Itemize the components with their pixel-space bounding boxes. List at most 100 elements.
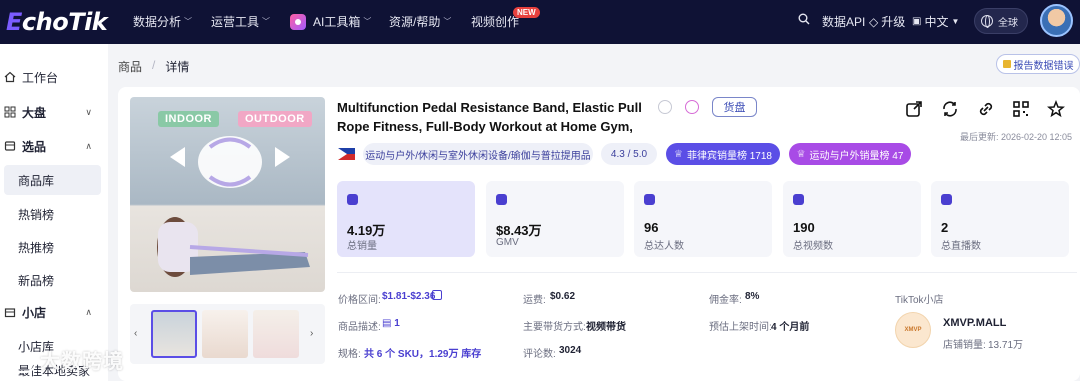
globe-icon (981, 15, 993, 28)
sidebar-item-product-library[interactable]: 商品库 (4, 165, 101, 195)
stat-gmv[interactable]: $8.43万 GMV (486, 181, 624, 257)
region-selector[interactable]: 全球 (974, 8, 1028, 34)
thumbnail-1[interactable] (151, 310, 197, 358)
description-value[interactable]: ▤ 1 (382, 318, 400, 329)
compare-icon[interactable] (685, 100, 699, 114)
diamond-icon: ◇ (869, 14, 879, 29)
ph-sales-rank-tag[interactable]: ♕ 菲律宾销量榜 1718 (666, 143, 780, 165)
listed-time-value: 4 个月前 (771, 322, 810, 333)
last-updated: 最后更新: 2026-02-20 12:05 (960, 132, 1073, 142)
commission-label: 佣金率: (709, 295, 742, 306)
store-icon (4, 308, 16, 318)
stat-total-creators[interactable]: 96 总达人数 (634, 181, 772, 257)
breadcrumb-detail: 详情 (165, 60, 190, 74)
product-title: Multifunction Pedal Resistance Band, Ela… (337, 100, 642, 134)
sidebar-item-new-products[interactable]: 新品榜 (4, 265, 101, 295)
language-selector[interactable]: ▣ 中文 ▼ (912, 13, 959, 30)
refresh-icon[interactable] (939, 98, 961, 120)
sales-mode-value: 视频带货 (586, 322, 626, 333)
shipping-value: $0.62 (550, 291, 576, 302)
nav-video-creation[interactable]: 视频创作 (471, 13, 519, 30)
thumb-next-icon[interactable]: › (310, 328, 313, 339)
tag-icon (4, 141, 16, 151)
chevron-up-icon: ∧ (85, 306, 92, 317)
translate-icon: ▣ (912, 16, 922, 27)
chevron-down-icon: ﹀ (443, 17, 452, 26)
wallet-icon (496, 194, 507, 205)
sidebar-item-selection[interactable]: 选品 ∧ (0, 131, 108, 161)
chevron-up-icon: ∧ (85, 140, 92, 151)
nav-data-analysis[interactable]: 数据分析 ﹀ (133, 13, 192, 30)
shop-logo[interactable]: XMVP (895, 312, 931, 348)
report-icon (1002, 60, 1011, 68)
rating-tag: 4.3 / 5.0 (601, 143, 657, 165)
sidebar-item-hot-promoted[interactable]: 热推榜 (4, 232, 101, 262)
listed-time-label: 预估上架时间: (709, 322, 772, 333)
divider (337, 272, 1077, 273)
nav-resources-help[interactable]: 资源/帮助 ﹀ (389, 13, 451, 30)
philippines-flag-icon (338, 148, 355, 160)
product-illustration (157, 136, 310, 277)
watermark-logo-icon (8, 352, 36, 373)
description-label: 商品描述: (338, 322, 381, 333)
breadcrumb-separator: / (152, 58, 156, 72)
price-range-value: $1.81-$2.36 (382, 291, 436, 302)
sidebar-item-workbench[interactable]: 工作台 (0, 62, 108, 92)
grid-icon (4, 106, 16, 118)
tiktok-shop-label: TikTok小店 (895, 295, 944, 306)
category-tag[interactable]: 运动与户外/休闲与室外休闲设备/瑜伽与普拉提用品 (363, 143, 593, 165)
sidebar-item-hot-selling[interactable]: 热销榜 (4, 199, 101, 229)
tiktok-icon[interactable] (658, 100, 672, 114)
chevron-down-icon: ∨ (85, 106, 92, 117)
spec-value[interactable]: 共 6 个 SKU，1.29万 库存 (364, 345, 481, 360)
report-data-error-button[interactable]: 报告数据错误 (996, 54, 1080, 74)
stat-total-videos[interactable]: 190 总视频数 (783, 181, 921, 257)
chevron-down-icon: ﹀ (363, 17, 372, 26)
breadcrumb-products[interactable]: 商品 (118, 58, 142, 75)
goods-pool-button[interactable]: 货盘 (712, 97, 757, 117)
thumbnail-3[interactable] (253, 310, 299, 358)
thumbnail-strip: ‹ › (130, 304, 325, 364)
live-icon (941, 194, 952, 205)
shipping-label: 运费: (523, 295, 546, 306)
link-icon[interactable] (975, 98, 997, 120)
home-icon (4, 71, 16, 83)
thumbs-up-icon (347, 194, 358, 205)
stat-total-sales[interactable]: 4.19万 总销量 (337, 181, 475, 257)
nav-operation-tools[interactable]: 运营工具 ﹀ (211, 13, 270, 30)
sidebar-item-shop[interactable]: 小店 ∧ (0, 297, 108, 327)
star-favorite-icon[interactable] (1045, 98, 1067, 120)
commission-value: 8% (745, 291, 760, 302)
caret-down-icon: ▼ (951, 17, 960, 26)
stat-total-lives[interactable]: 2 总直播数 (931, 181, 1069, 257)
user-avatar[interactable] (1040, 4, 1073, 37)
document-icon: ▤ (382, 318, 392, 329)
search-icon[interactable] (798, 13, 810, 25)
price-range-label: 价格区间: (338, 295, 381, 306)
nav-data-api[interactable]: 数据API (822, 13, 865, 30)
shop-sales-label: 店铺销量: (943, 340, 986, 351)
price-chart-icon[interactable] (432, 290, 442, 300)
sidebar: 工作台 大盘 ∨ 选品 ∧ 商品库 热销榜 热推榜 新品榜 小店 ∧ 小店库 最… (0, 44, 108, 381)
echotik-logo[interactable]: EchoTik (6, 8, 108, 36)
product-main-image[interactable]: INDOOR OUTDOOR (130, 97, 325, 292)
qr-code-icon[interactable] (1010, 98, 1032, 120)
creator-icon (644, 194, 655, 205)
nav-ai-toolbox[interactable]: AI工具箱 ﹀ (290, 13, 371, 30)
watermark: 大数跨境 (8, 345, 124, 374)
thumb-prev-icon[interactable]: ‹ (134, 328, 137, 339)
video-icon (793, 194, 804, 205)
thumbnail-2[interactable] (202, 310, 248, 358)
reviews-value: 3024 (559, 345, 582, 356)
shop-sales-value: 13.71万 (988, 340, 1024, 351)
sports-sales-rank-tag[interactable]: ♕ 运动与户外销量榜 47 (789, 143, 911, 165)
sidebar-item-dashboard[interactable]: 大盘 ∨ (0, 97, 108, 127)
nav-upgrade[interactable]: ◇ 升级 (869, 13, 905, 30)
new-badge: NEW (513, 7, 540, 18)
shop-name[interactable]: XMVP.MALL (943, 317, 1006, 329)
chevron-down-icon: ﹀ (184, 17, 193, 26)
external-link-icon[interactable] (903, 98, 925, 120)
logo-text: choTik (21, 8, 108, 36)
trophy-icon: ♕ (796, 148, 806, 160)
reviews-label: 评论数: (523, 349, 556, 360)
